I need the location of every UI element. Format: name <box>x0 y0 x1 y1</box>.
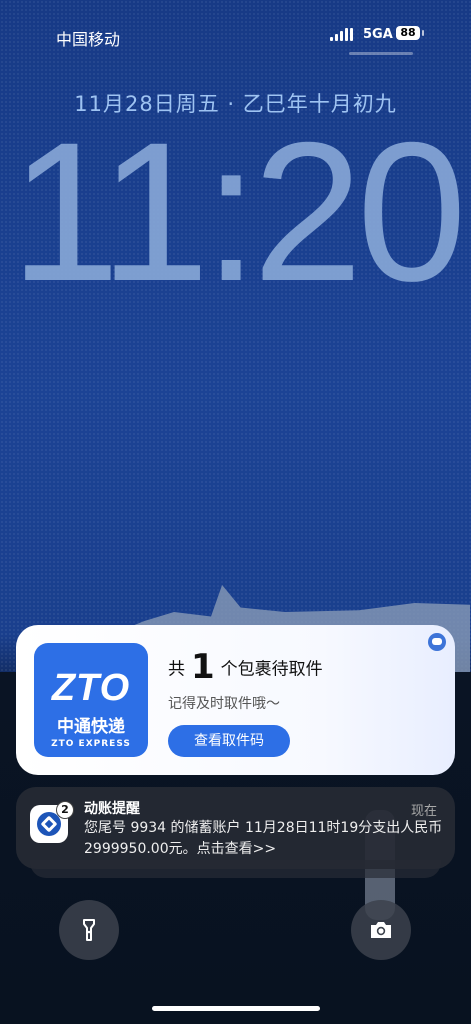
lockscreen-clock: 11:20 <box>10 101 467 322</box>
bank-notification-body: 您尾号 9934 的储蓄账户 11月28日11时19分支出人民币 2999950… <box>84 820 443 857</box>
status-bar: 中国移动 5GA 88 <box>0 22 471 52</box>
signal-icon <box>330 28 353 41</box>
zto-title-prefix: 共 <box>168 659 185 680</box>
camera-button[interactable] <box>351 900 411 960</box>
home-indicator[interactable] <box>152 1006 320 1011</box>
camera-icon <box>371 922 391 938</box>
zto-logo-cn: 中通快递 <box>57 717 125 737</box>
zto-title-suffix: 个包裹待取件 <box>220 659 323 680</box>
battery-icon: 88 <box>396 26 424 40</box>
carrier-label: 中国移动 <box>56 30 121 49</box>
bank-notification[interactable]: 2 动账提醒 现在 您尾号 9934 的储蓄账户 11月28日11时19分支出人… <box>16 787 455 869</box>
zto-package-title: 共 1 个包裹待取件 <box>168 647 323 687</box>
flashlight-button[interactable] <box>59 900 119 960</box>
bank-notification-title: 动账提醒 <box>84 801 140 817</box>
zto-logo: ZTO 中通快递 ZTO EXPRESS <box>34 643 148 757</box>
zto-logo-mark: ZTO <box>51 667 131 709</box>
notification-count-badge: 2 <box>56 801 74 819</box>
network-type: 5GA <box>363 27 393 42</box>
zto-live-activity[interactable]: ZTO 中通快递 ZTO EXPRESS 共 1 个包裹待取件 记得及时取件哦～ 查… <box>16 625 455 775</box>
zto-subtitle: 记得及时取件哦～ <box>168 696 280 712</box>
bank-notification-time: 现在 <box>410 804 437 819</box>
view-pickup-code-button[interactable]: 查看取件码 <box>168 725 290 757</box>
zto-logo-en: ZTO EXPRESS <box>51 739 131 749</box>
zto-package-count: 1 <box>191 647 215 687</box>
control-center-indicator[interactable] <box>349 52 413 55</box>
flashlight-icon <box>83 919 95 941</box>
robot-icon <box>428 633 446 651</box>
